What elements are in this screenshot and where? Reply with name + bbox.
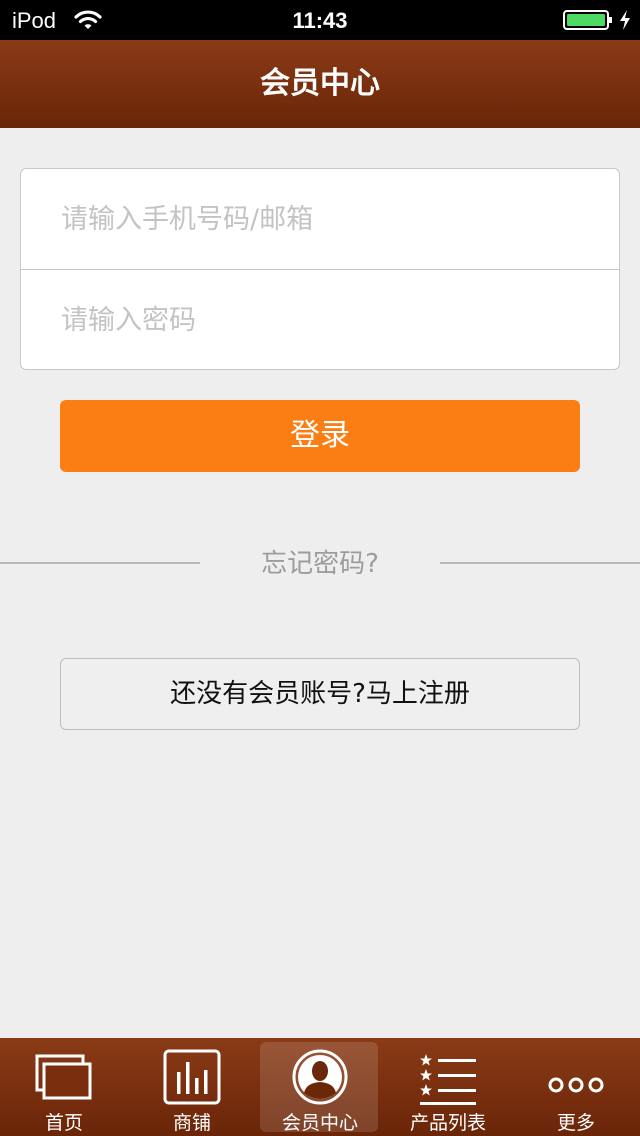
- status-time: 11:43: [292, 8, 348, 33]
- star-list-icon: [420, 1054, 476, 1105]
- tab-member-center[interactable]: 会员中心: [256, 1038, 384, 1136]
- more-icon: [548, 1077, 604, 1093]
- divider-line-right: [440, 562, 640, 564]
- username-input[interactable]: [21, 169, 619, 269]
- login-form: [20, 168, 620, 370]
- tab-label: 会员中心: [281, 1112, 358, 1134]
- tab-shops[interactable]: 商铺: [128, 1038, 256, 1136]
- tab-label: 更多: [556, 1112, 595, 1134]
- forgot-password-link[interactable]: 忘记密码?: [200, 543, 440, 580]
- tab-product-list[interactable]: 产品列表: [384, 1038, 512, 1136]
- tab-label: 商铺: [172, 1112, 211, 1134]
- home-icon: [35, 1054, 92, 1100]
- page-header: 会员中心: [0, 40, 640, 128]
- page-title: 会员中心: [260, 66, 380, 101]
- bolt-icon: [620, 10, 630, 30]
- password-input[interactable]: [21, 270, 619, 370]
- user-icon: [292, 1049, 348, 1105]
- bar-chart-icon: [163, 1049, 221, 1105]
- divider-line-left: [0, 562, 200, 564]
- tab-home[interactable]: 首页: [0, 1038, 128, 1136]
- register-button[interactable]: 还没有会员账号?马上注册: [60, 658, 580, 730]
- tab-label: 首页: [44, 1112, 83, 1134]
- battery-icon: [563, 10, 612, 30]
- tab-label: 产品列表: [409, 1112, 486, 1134]
- login-button[interactable]: 登录: [60, 400, 580, 472]
- tab-more[interactable]: 更多: [512, 1038, 640, 1136]
- status-bar: iPod 11:43: [0, 0, 640, 40]
- tab-bar: 首页 商铺 会员中心 产品列表 更多: [0, 1038, 640, 1136]
